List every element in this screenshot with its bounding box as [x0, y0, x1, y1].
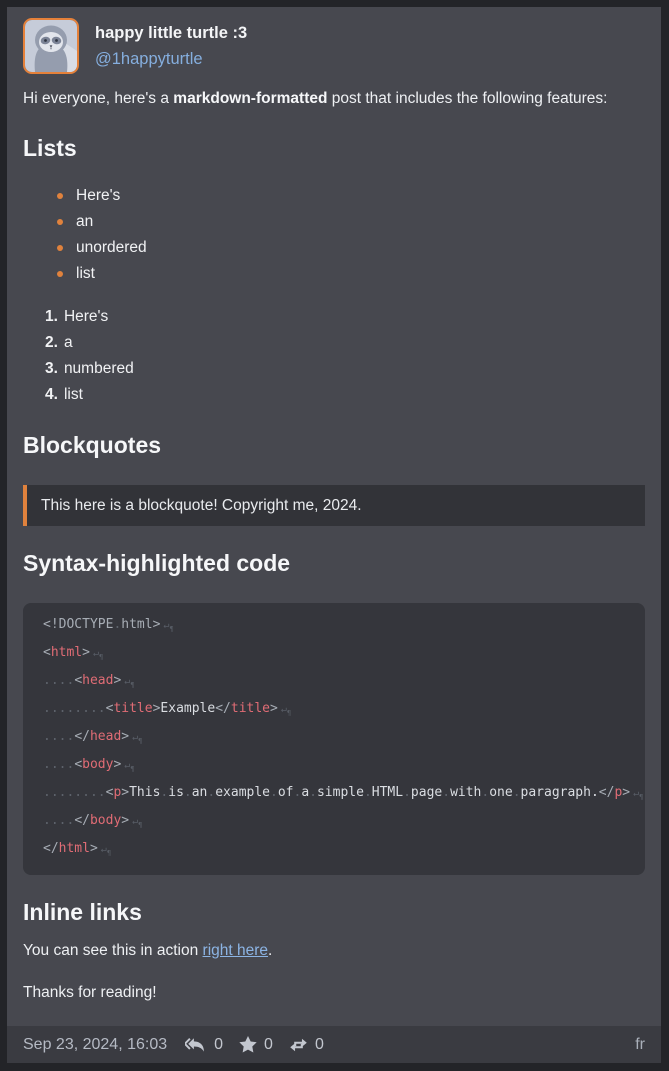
end-of-line-icon: ↵¶ — [163, 620, 173, 631]
end-of-line-icon: ↵¶ — [124, 760, 134, 771]
list-item: 2. a — [45, 330, 645, 356]
list-item-text: a — [64, 334, 73, 351]
code-line: ....</body>↵¶ — [43, 813, 142, 828]
list-item-number: 3. — [45, 360, 58, 377]
reply-all-icon — [185, 1037, 207, 1053]
end-of-line-icon: ↵¶ — [132, 732, 142, 743]
reply-button[interactable]: 0 — [185, 1036, 223, 1054]
display-name: happy little turtle :3 — [95, 24, 247, 43]
right-here-link[interactable]: right here — [203, 942, 268, 959]
list-item-text: Here's — [76, 183, 120, 209]
status-footer: Sep 23, 2024, 16:03 0 0 0 — [7, 1026, 661, 1063]
lists-heading: Lists — [23, 134, 645, 162]
language-tag: fr — [635, 1036, 645, 1054]
inline-links-heading: Inline links — [23, 898, 645, 926]
code-line: ........<title>Example</title>↵¶ — [43, 701, 291, 716]
intro-text-pre: Hi everyone, here's a — [23, 90, 173, 107]
list-item-number: 1. — [45, 308, 58, 325]
end-of-line-icon: ↵¶ — [633, 788, 643, 799]
boost-icon — [289, 1037, 308, 1053]
list-item-text: list — [76, 261, 95, 287]
list-item-text: list — [64, 386, 83, 403]
intro-text-post: post that includes the following feature… — [327, 90, 607, 107]
list-item: 4. list — [45, 382, 645, 408]
code-heading: Syntax-highlighted code — [23, 549, 645, 577]
post-card: happy little turtle :3 @1happyturtle Hi … — [0, 0, 669, 1071]
list-item: Here's — [57, 183, 645, 209]
blockquote: This here is a blockquote! Copyright me,… — [23, 485, 645, 526]
code-line: ....<body>↵¶ — [43, 757, 135, 772]
ordered-list: 1. Here's 2. a 3. numbered 4. list — [23, 304, 645, 408]
list-item-text: numbered — [64, 360, 134, 377]
blockquotes-heading: Blockquotes — [23, 431, 645, 459]
code-line: </html>↵¶ — [43, 841, 111, 856]
list-item: an — [57, 209, 645, 235]
code-block: <!DOCTYPE.html>↵¶ <html>↵¶ ....<head>↵¶ … — [23, 603, 645, 875]
list-item-text: unordered — [76, 235, 147, 261]
bullet-icon — [57, 193, 63, 199]
end-of-line-icon: ↵¶ — [101, 844, 111, 855]
author-header: happy little turtle :3 @1happyturtle — [23, 18, 645, 74]
bullet-icon — [57, 245, 63, 251]
list-item-number: 4. — [45, 386, 58, 403]
end-of-line-icon: ↵¶ — [281, 704, 291, 715]
author-names: happy little turtle :3 @1happyturtle — [95, 24, 247, 69]
post-card-inner: happy little turtle :3 @1happyturtle Hi … — [7, 7, 661, 1063]
favourite-button[interactable]: 0 — [239, 1036, 273, 1054]
boost-count: 0 — [315, 1036, 324, 1054]
timestamp: Sep 23, 2024, 16:03 — [23, 1036, 167, 1054]
list-item-number: 2. — [45, 334, 58, 351]
end-of-line-icon: ↵¶ — [124, 676, 134, 687]
bullet-icon — [57, 219, 63, 225]
bullet-icon — [57, 271, 63, 277]
code-line: <!DOCTYPE.html>↵¶ — [43, 617, 174, 632]
intro-text-bold: markdown-formatted — [173, 90, 327, 107]
favourite-count: 0 — [264, 1036, 273, 1054]
list-item-text: an — [76, 209, 93, 235]
code-line: ........<p>This.is.an.example.of.a.simpl… — [43, 785, 643, 800]
post-content: happy little turtle :3 @1happyturtle Hi … — [7, 7, 661, 1026]
end-of-line-icon: ↵¶ — [93, 648, 103, 659]
outro-paragraph: Thanks for reading! — [23, 980, 645, 1005]
list-item: 1. Here's — [45, 304, 645, 330]
boost-button[interactable]: 0 — [289, 1036, 324, 1054]
reply-count: 0 — [214, 1036, 223, 1054]
list-item: list — [57, 261, 645, 287]
code-line: ....</head>↵¶ — [43, 729, 142, 744]
code-line: <html>↵¶ — [43, 645, 103, 660]
list-item-text: Here's — [64, 308, 108, 325]
avatar[interactable] — [23, 18, 79, 74]
sloth-avatar-icon — [25, 20, 77, 72]
links-text-suffix: . — [268, 942, 272, 959]
account-handle[interactable]: @1happyturtle — [95, 50, 247, 69]
list-item: 3. numbered — [45, 356, 645, 382]
links-paragraph: You can see this in action right here. — [23, 938, 645, 963]
star-icon — [239, 1036, 257, 1053]
intro-paragraph: Hi everyone, here's a markdown-formatted… — [23, 86, 645, 111]
list-item: unordered — [57, 235, 645, 261]
links-text-pre: You can see this in action — [23, 942, 203, 959]
end-of-line-icon: ↵¶ — [132, 816, 142, 827]
code-line: ....<head>↵¶ — [43, 673, 135, 688]
unordered-list: Here'sanunorderedlist — [23, 183, 645, 287]
